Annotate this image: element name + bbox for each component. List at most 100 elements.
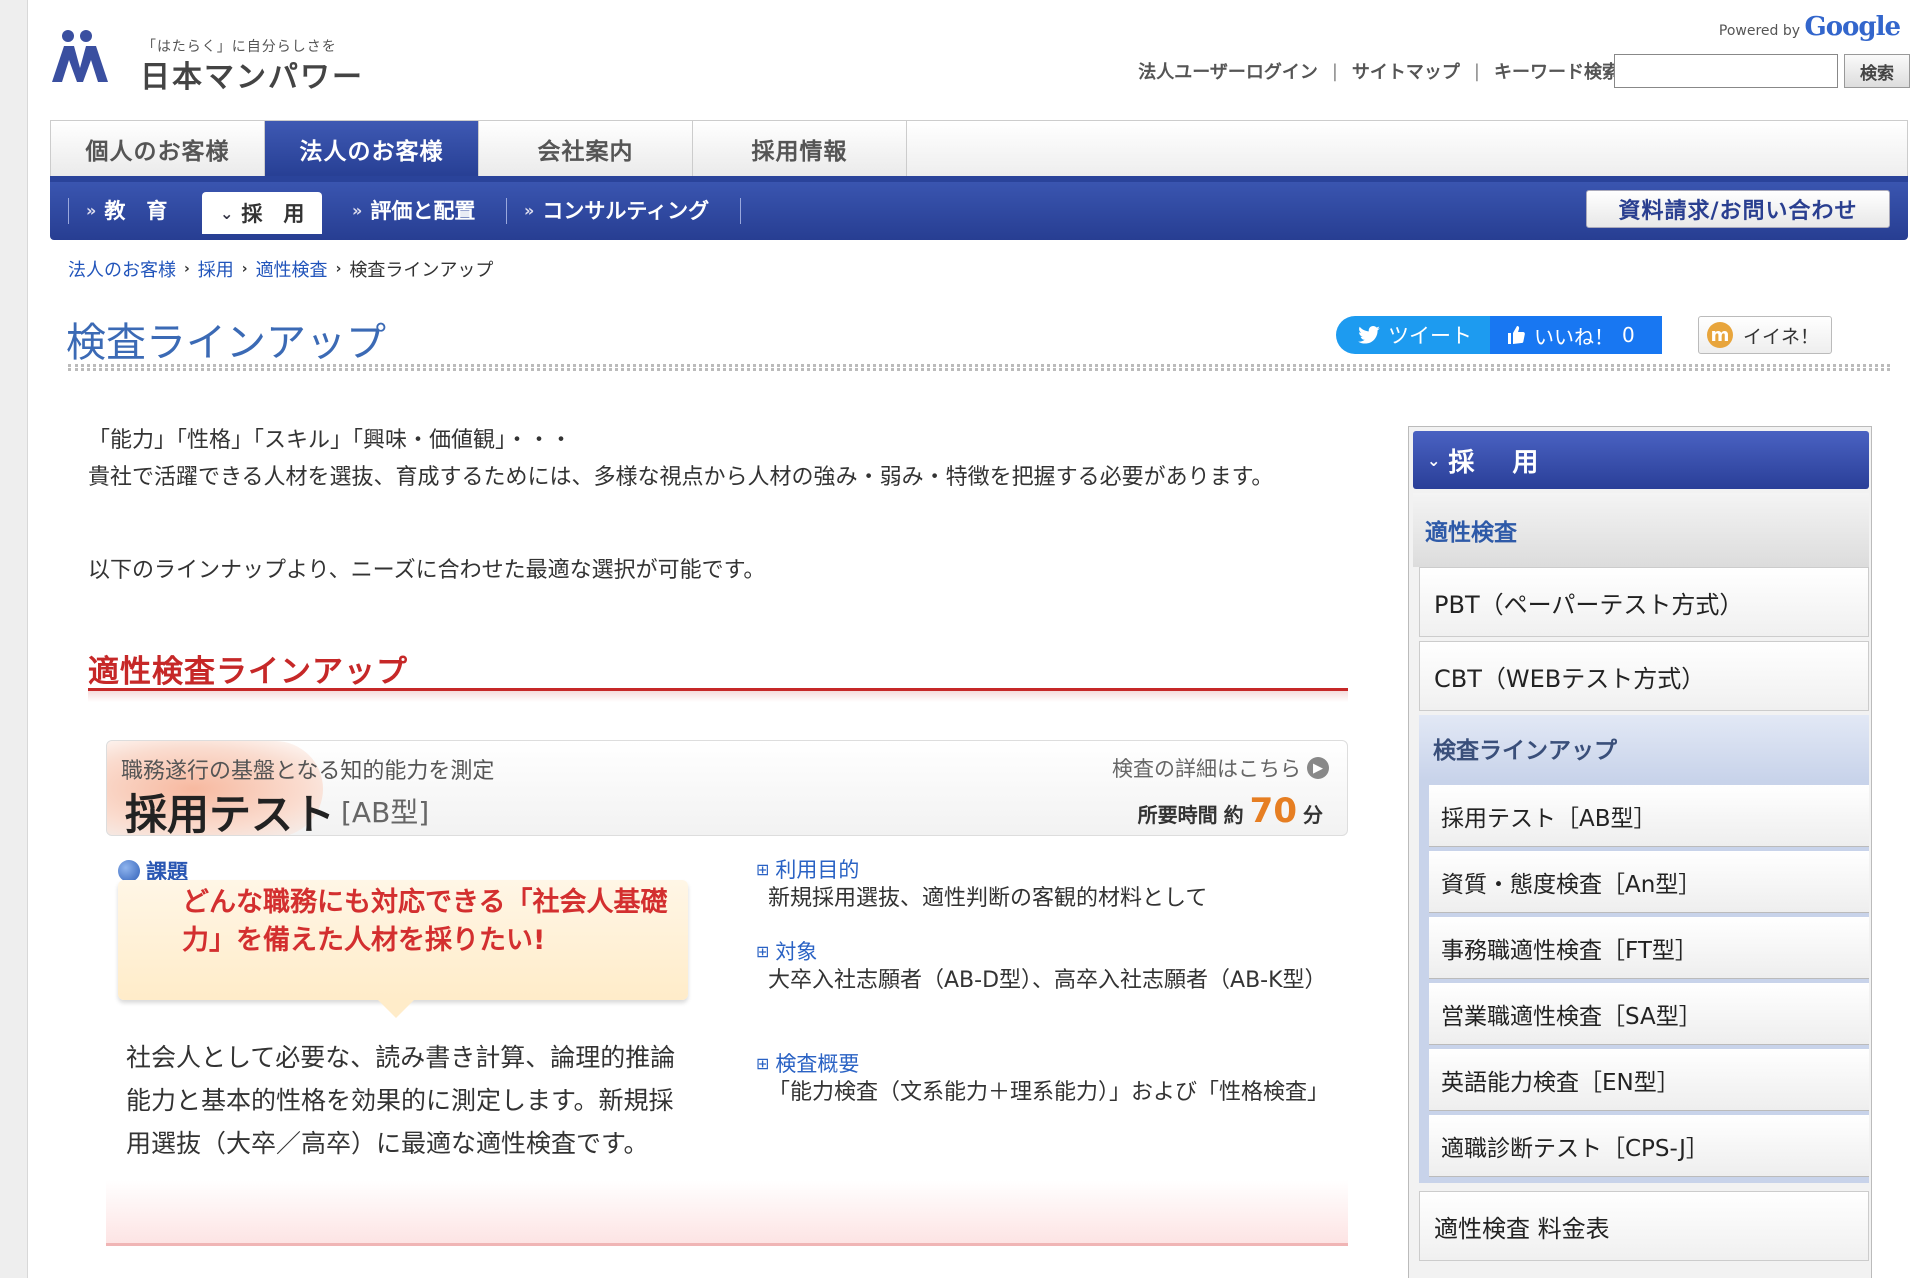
tweet-button[interactable]: ツイート: [1336, 316, 1492, 354]
purpose-label-text: 利用目的: [775, 858, 860, 882]
facebook-like-button[interactable]: いいね！ 0: [1490, 316, 1662, 354]
search-input[interactable]: [1614, 54, 1838, 88]
sidebar-subitem-ab[interactable]: 採用テスト［AB型］: [1429, 785, 1869, 847]
subnav-evaluation[interactable]: » 評価と配置: [352, 190, 475, 230]
sidebar-item-pbt[interactable]: PBT（ペーパーテスト方式）: [1419, 567, 1869, 637]
bullet-icon: [118, 860, 140, 882]
breadcrumb-corporate[interactable]: 法人のお客様: [68, 256, 176, 282]
sidebar-item-cbt[interactable]: CBT（WEBテスト方式）: [1419, 641, 1869, 711]
sidebar-subitem-ft[interactable]: 事務職適性検査［FT型］: [1429, 917, 1869, 979]
sidebar-subitem-cps[interactable]: 適職診断テスト［CPS-J］: [1429, 1115, 1869, 1177]
keyword-search-label: キーワード検索: [1494, 62, 1620, 83]
test-detail-link[interactable]: 検査の詳細はこちら ▶: [1112, 753, 1329, 783]
sidebar-subitem-sa[interactable]: 営業職適性検査［SA型］: [1429, 983, 1869, 1045]
breadcrumb-current: 検査ラインアップ: [349, 260, 494, 281]
intro-line: 「能力」「性格」「スキル」「興味・価値観」・・・: [88, 428, 573, 453]
test-detail-label: 検査の詳細はこちら: [1112, 757, 1301, 781]
test-card: 職務遂行の基盤となる知的能力を測定 採用テスト [AB型] 検査の詳細はこちら …: [106, 740, 1348, 1246]
overview-value: 「能力検査（文系能力＋理系能力）」および「性格検査」: [768, 1080, 1330, 1105]
subnav-consulting-label: コンサルティング: [542, 199, 710, 223]
test-type: [AB型]: [341, 796, 430, 829]
subnav-education-label: 教 育: [104, 199, 168, 223]
sidebar-header-label: 採 用: [1448, 447, 1545, 478]
breadcrumb: 法人のお客様 › 採用 › 適性検査 › 検査ラインアップ: [68, 256, 493, 282]
issue-text: どんな職務にも対応できる「社会人基礎力」を備えた人材を採りたい!: [182, 887, 668, 956]
sidebar-item-lineup[interactable]: 検査ラインアップ: [1419, 715, 1869, 781]
site-header: 「はたらく」に自分らしさを 日本マンパワー Powered by Google …: [28, 0, 1920, 110]
sidebar-subitem-an[interactable]: 資質・態度検査［An型］: [1429, 851, 1869, 913]
intro-text: 「能力」「性格」「スキル」「興味・価値観」・・・ 貴社で活躍できる人材を選抜、育…: [88, 422, 1348, 496]
sidebar-item-fee[interactable]: 適性検査 料金表: [1419, 1191, 1869, 1261]
header-links: 法人ユーザーログイン | サイトマップ | キーワード検索: [1138, 58, 1620, 84]
tab-recruitment[interactable]: 採用情報: [693, 121, 907, 177]
chevron-right-icon: ›: [184, 261, 190, 277]
sidebar-header[interactable]: ⌄ 採 用: [1413, 431, 1869, 489]
double-chevron-icon: »: [524, 200, 535, 220]
breadcrumb-aptitude[interactable]: 適性検査: [256, 256, 328, 282]
sidebar-subitem-en[interactable]: 英語能力検査［EN型］: [1429, 1049, 1869, 1111]
breadcrumb-recruitment[interactable]: 採用: [198, 256, 234, 282]
double-chevron-icon: »: [352, 200, 363, 220]
thumbs-up-icon: [1508, 326, 1525, 344]
test-card-footer: [106, 1180, 1348, 1246]
contact-button[interactable]: 資料請求/お問い合わせ: [1586, 190, 1890, 228]
subnav-consulting[interactable]: » コンサルティング: [524, 190, 709, 230]
double-chevron-down-icon: ⌄: [1427, 450, 1441, 470]
tab-company-info[interactable]: 会社案内: [479, 121, 693, 177]
sidebar-category-aptitude[interactable]: 適性検査: [1413, 493, 1869, 567]
page-title: 検査ラインアップ: [66, 320, 386, 366]
twitter-bird-icon: [1358, 326, 1380, 344]
overview-label-text: 検査概要: [775, 1052, 860, 1076]
sub-nav-divider: [506, 198, 507, 224]
test-duration: 所要時間 約 70 分: [1138, 791, 1323, 831]
test-card-header: 職務遂行の基盤となる知的能力を測定 採用テスト [AB型] 検査の詳細はこちら …: [106, 740, 1348, 836]
tab-personal[interactable]: 個人のお客様: [51, 121, 265, 177]
arrow-right-circle-icon: ▶: [1307, 757, 1329, 779]
purpose-value: 新規採用選抜、適性判断の客観的材料として: [768, 886, 1208, 911]
duration-value: 70: [1249, 791, 1297, 831]
google-logo: Google: [1804, 12, 1901, 42]
chevron-right-icon: ›: [241, 261, 248, 277]
main-nav: 個人のお客様 法人のお客様 会社案内 採用情報: [50, 120, 1908, 177]
double-chevron-down-icon: ⌄: [220, 203, 234, 223]
powered-by-google: Powered by Google: [1719, 12, 1901, 42]
sidebar: ⌄ 採 用 適性検査 PBT（ペーパーテスト方式） CBT（WEBテスト方式） …: [1408, 426, 1872, 1278]
like-label: いいね！: [1534, 324, 1614, 349]
double-chevron-icon: »: [86, 200, 97, 220]
test-name: 採用テスト: [125, 790, 336, 836]
manpower-logo-icon: [52, 30, 108, 82]
search-button[interactable]: 検索: [1844, 54, 1910, 88]
tab-corporate[interactable]: 法人のお客様: [265, 121, 479, 177]
duration-prefix: 約: [1223, 803, 1244, 827]
logo-name: 日本マンパワー: [140, 60, 364, 95]
subnav-recruitment-label: 採 用: [241, 202, 305, 226]
intro-line: 貴社で活躍できる人材を選抜、育成するためには、多様な視点から人材の強み・弱み・特…: [88, 465, 1274, 490]
sitemap-link[interactable]: サイトマップ: [1352, 58, 1460, 84]
title-divider: [68, 364, 1890, 371]
subnav-recruitment[interactable]: ⌄ 採 用: [202, 192, 323, 234]
sub-nav: » 教 育 ⌄ 採 用 » 評価と配置 » コンサルティング 資料請求/お問い合…: [50, 176, 1908, 240]
grid-icon: ⊞: [756, 1053, 770, 1073]
target-label-text: 対象: [775, 940, 818, 964]
tweet-label: ツイート: [1388, 324, 1472, 348]
subnav-education[interactable]: » 教 育: [86, 190, 167, 230]
sidebar-lineup-list: 採用テスト［AB型］ 資質・態度検査［An型］ 事務職適性検査［FT型］ 営業職…: [1419, 781, 1869, 1183]
section-heading: 適性検査ラインアップ: [88, 654, 408, 690]
sub-nav-divider: [68, 198, 69, 224]
corporate-login-link[interactable]: 法人ユーザーログイン: [1138, 58, 1318, 84]
like-count: 0: [1622, 323, 1635, 347]
iine-label: イイネ！: [1743, 325, 1820, 348]
mixi-iine-button[interactable]: m イイネ！: [1698, 316, 1832, 354]
grid-icon: ⊞: [756, 859, 770, 879]
duration-unit: 分: [1303, 803, 1323, 827]
intro-text-2: 以下のラインナップより、ニーズに合わせた最適な選択が可能です。: [88, 558, 766, 583]
grid-icon: ⊞: [756, 941, 770, 961]
link-separator: |: [1473, 60, 1480, 82]
page-left-edge: [0, 0, 28, 1278]
sub-nav-divider: [740, 198, 741, 224]
duration-label: 所要時間: [1137, 803, 1218, 827]
mixi-icon: m: [1707, 322, 1733, 348]
site-logo[interactable]: 「はたらく」に自分らしさを 日本マンパワー: [50, 28, 362, 95]
overview-label: ⊞ 検査概要: [756, 1048, 859, 1078]
subnav-evaluation-label: 評価と配置: [370, 199, 476, 223]
